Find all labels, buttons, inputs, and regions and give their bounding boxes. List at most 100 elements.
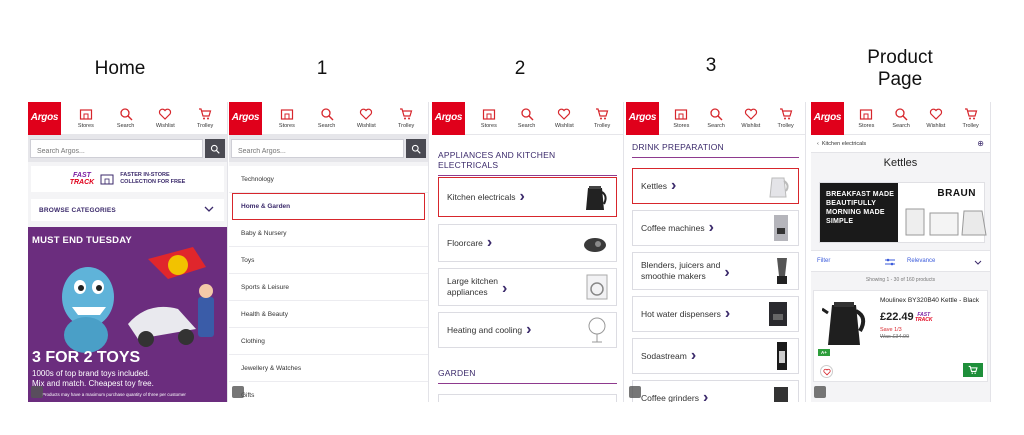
chevron-right-icon: › <box>724 305 731 322</box>
water-dispenser-thumbnail <box>769 302 787 326</box>
subcategory-card[interactable] <box>438 394 617 402</box>
store-icon <box>675 109 688 120</box>
nav-search[interactable]: Search <box>312 102 342 135</box>
chevron-right-icon: › <box>519 188 525 205</box>
nav-stores[interactable]: Stores <box>474 102 504 135</box>
scroll-handle[interactable] <box>814 386 826 398</box>
argos-logo[interactable]: Argos <box>432 102 465 135</box>
kettle-thumbnail <box>586 186 607 210</box>
subcategory-card[interactable]: Heating and cooling › <box>438 312 617 348</box>
nav-wishlist[interactable]: Wishlist <box>921 102 951 135</box>
product-card[interactable]: Moulinex BY320B40 Kettle - Black £22.49 … <box>813 290 988 382</box>
filter-button[interactable]: Filter <box>817 258 830 264</box>
category-item[interactable]: Technology <box>229 166 428 193</box>
breadcrumb[interactable]: ‹ Kitchen electricals ⊕ <box>811 135 990 153</box>
category-item[interactable]: Gifts <box>229 382 428 402</box>
add-circle-icon[interactable]: ⊕ <box>977 139 984 148</box>
banner-brand: BRAUN <box>937 188 976 199</box>
browse-categories[interactable]: BROWSE CATEGORIES <box>31 199 224 221</box>
subcategory-card[interactable]: Hot water dispensers › <box>632 296 799 332</box>
subcategory-card[interactable]: Floorcare › <box>438 224 617 262</box>
category-item[interactable]: Sports & Leisure <box>229 274 428 301</box>
coffee-machine-thumbnail <box>774 215 788 241</box>
nav-trolley[interactable]: Trolley <box>956 102 986 135</box>
nav-search[interactable]: Search <box>886 102 916 135</box>
chevron-right-icon: › <box>502 280 508 297</box>
chevron-down-icon[interactable] <box>974 260 982 265</box>
category-item[interactable]: Health & Beauty <box>229 301 428 328</box>
add-to-trolley-button[interactable] <box>963 363 983 377</box>
search-input[interactable] <box>232 143 403 160</box>
nav-search[interactable]: Search <box>512 102 542 135</box>
nav-search[interactable]: Search <box>111 102 141 135</box>
nav-trolley[interactable]: Trolley <box>391 102 421 135</box>
wishlist-button[interactable] <box>820 365 833 378</box>
search-box <box>231 139 404 160</box>
argos-logo[interactable]: Argos <box>229 102 262 135</box>
nav-wishlist[interactable]: Wishlist <box>736 102 766 135</box>
category-item[interactable]: Jewellery & Watches <box>229 355 428 382</box>
subcategory-card-selected[interactable]: Kitchen electricals › <box>438 177 617 217</box>
column-title-3: 3 <box>705 55 717 76</box>
coffee-grinder-thumbnail <box>774 387 788 402</box>
nav-stores[interactable]: Stores <box>272 102 302 135</box>
top-bar: Argos Stores Search Wishlist Trolley <box>811 102 990 135</box>
search-box <box>30 139 203 160</box>
promo-headline: 3 FOR 2 TOYS <box>32 349 141 366</box>
nav-search[interactable]: Search <box>701 102 731 135</box>
nav-stores[interactable]: Stores <box>851 102 881 135</box>
top-bar: Argos Stores Search Wishlist Trolley <box>432 102 623 135</box>
subcategory-card-selected[interactable]: Kettles › <box>632 168 799 204</box>
chevron-down-icon <box>204 206 214 212</box>
chevron-right-icon: › <box>724 264 730 281</box>
search-input[interactable] <box>31 143 202 160</box>
category-item-selected[interactable]: Home & Garden <box>232 193 425 220</box>
nav-trolley[interactable]: Trolley <box>190 102 220 135</box>
braun-banner[interactable]: BREAKFAST MADE BEAUTIFULLY MORNING MADE … <box>819 182 987 243</box>
nav-trolley[interactable]: Trolley <box>587 102 617 135</box>
nav-trolley[interactable]: Trolley <box>771 102 801 135</box>
product-name[interactable]: Moulinex BY320B40 Kettle - Black <box>880 297 979 305</box>
nav-wishlist[interactable]: Wishlist <box>150 102 180 135</box>
chevron-right-icon: › <box>708 219 714 236</box>
category-item[interactable]: Toys <box>229 247 428 274</box>
heart-icon <box>822 368 831 375</box>
argos-logo[interactable]: Argos <box>811 102 844 135</box>
search-bar <box>229 135 428 162</box>
section-heading: GARDEN <box>438 368 617 384</box>
column-title-2: 2 <box>514 58 526 79</box>
subcategory-card[interactable]: Coffee machines › <box>632 210 799 246</box>
blender-thumbnail <box>777 258 787 284</box>
search-button[interactable] <box>406 139 426 158</box>
subcategory-card[interactable]: Sodastream › <box>632 338 799 374</box>
argos-logo[interactable]: Argos <box>626 102 659 135</box>
scroll-handle[interactable] <box>31 386 43 398</box>
fast-track-text: FASTER IN-STORE COLLECTION FOR FREE <box>120 172 186 185</box>
category-item[interactable]: Baby & Nursery <box>229 220 428 247</box>
nav-stores[interactable]: Stores <box>666 102 696 135</box>
fast-track-banner[interactable]: FAST TRACK FASTER IN-STORE COLLECTION FOR … <box>31 166 224 192</box>
scroll-handle[interactable] <box>232 386 244 398</box>
subcategory-card[interactable]: Coffee grinders › <box>632 380 799 402</box>
subcategory-card[interactable]: Blenders, juicers and smoothie makers › <box>632 252 799 290</box>
category-item[interactable]: Clothing <box>229 328 428 355</box>
sort-dropdown[interactable]: Relevance <box>907 258 935 264</box>
store-icon <box>100 174 114 185</box>
nav-wishlist[interactable]: Wishlist <box>351 102 381 135</box>
subcategory-card[interactable]: Large kitchen appliances › <box>438 268 617 306</box>
search-button[interactable] <box>205 139 225 158</box>
promo-banner[interactable]: MUST END TUESDAY 3 FOR 2 TOYS 1000s of t… <box>28 227 227 402</box>
scroll-handle[interactable] <box>629 386 641 398</box>
trolley-icon <box>596 108 609 120</box>
nav-stores[interactable]: Stores <box>71 102 101 135</box>
nav-wishlist[interactable]: Wishlist <box>549 102 579 135</box>
column-title-home: Home <box>94 58 146 79</box>
vacuum-thumbnail <box>584 238 606 252</box>
top-bar: Argos Stores Search Wishlist Trolley <box>229 102 428 135</box>
search-icon <box>411 144 421 154</box>
store-icon <box>280 109 293 120</box>
search-icon <box>710 108 723 121</box>
section-heading: DRINK PREPARATION <box>632 142 799 158</box>
sliders-icon[interactable] <box>885 258 895 266</box>
argos-logo[interactable]: Argos <box>28 102 61 135</box>
